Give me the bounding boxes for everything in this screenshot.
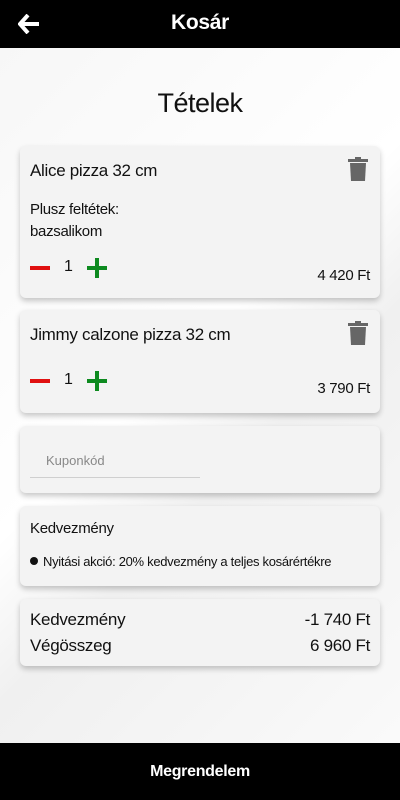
- discount-value: -1 740 Ft: [304, 610, 371, 629]
- decrease-quantity-button[interactable]: [30, 379, 50, 383]
- item-name: Alice pizza 32 cm: [30, 161, 158, 180]
- total-label: Végösszeg: [30, 636, 112, 655]
- coupon-card: [20, 426, 380, 493]
- item-name: Jimmy calzone pizza 32 cm: [30, 325, 231, 344]
- page-title: Kosár: [170, 11, 230, 34]
- discount-label: Kedvezmény: [30, 610, 126, 629]
- cart-item: Jimmy calzone pizza 32 cm 1 3 790 Ft: [20, 310, 380, 413]
- trash-icon[interactable]: [348, 157, 368, 181]
- total-value: 6 960 Ft: [310, 636, 370, 655]
- item-price: 4 420 Ft: [317, 267, 370, 284]
- discount-title: Kedvezmény: [30, 520, 114, 537]
- section-title: Tételek: [157, 88, 243, 118]
- item-quantity: 1: [64, 371, 73, 388]
- trash-icon[interactable]: [348, 321, 368, 345]
- order-button[interactable]: Megrendelem: [0, 743, 400, 800]
- discount-card: Kedvezmény Nyitási akció: 20% kedvezmény…: [20, 506, 380, 586]
- extras-label: Plusz feltétek:: [30, 201, 119, 218]
- summary-card: Kedvezmény -1 740 Ft Végösszeg 6 960 Ft: [20, 599, 380, 666]
- item-price: 3 790 Ft: [317, 380, 370, 397]
- discount-entry: Nyitási akció: 20% kedvezmény a teljes k…: [43, 554, 332, 569]
- item-quantity: 1: [64, 258, 73, 275]
- increase-quantity-button[interactable]: [87, 258, 107, 278]
- bullet-icon: [30, 557, 38, 565]
- coupon-input[interactable]: [30, 444, 200, 478]
- top-bar: Kosár: [0, 0, 400, 48]
- cart-item: Alice pizza 32 cm Plusz feltétek: bazsal…: [20, 146, 380, 298]
- extras-value: bazsalikom: [30, 223, 103, 240]
- decrease-quantity-button[interactable]: [30, 266, 50, 270]
- increase-quantity-button[interactable]: [87, 371, 107, 391]
